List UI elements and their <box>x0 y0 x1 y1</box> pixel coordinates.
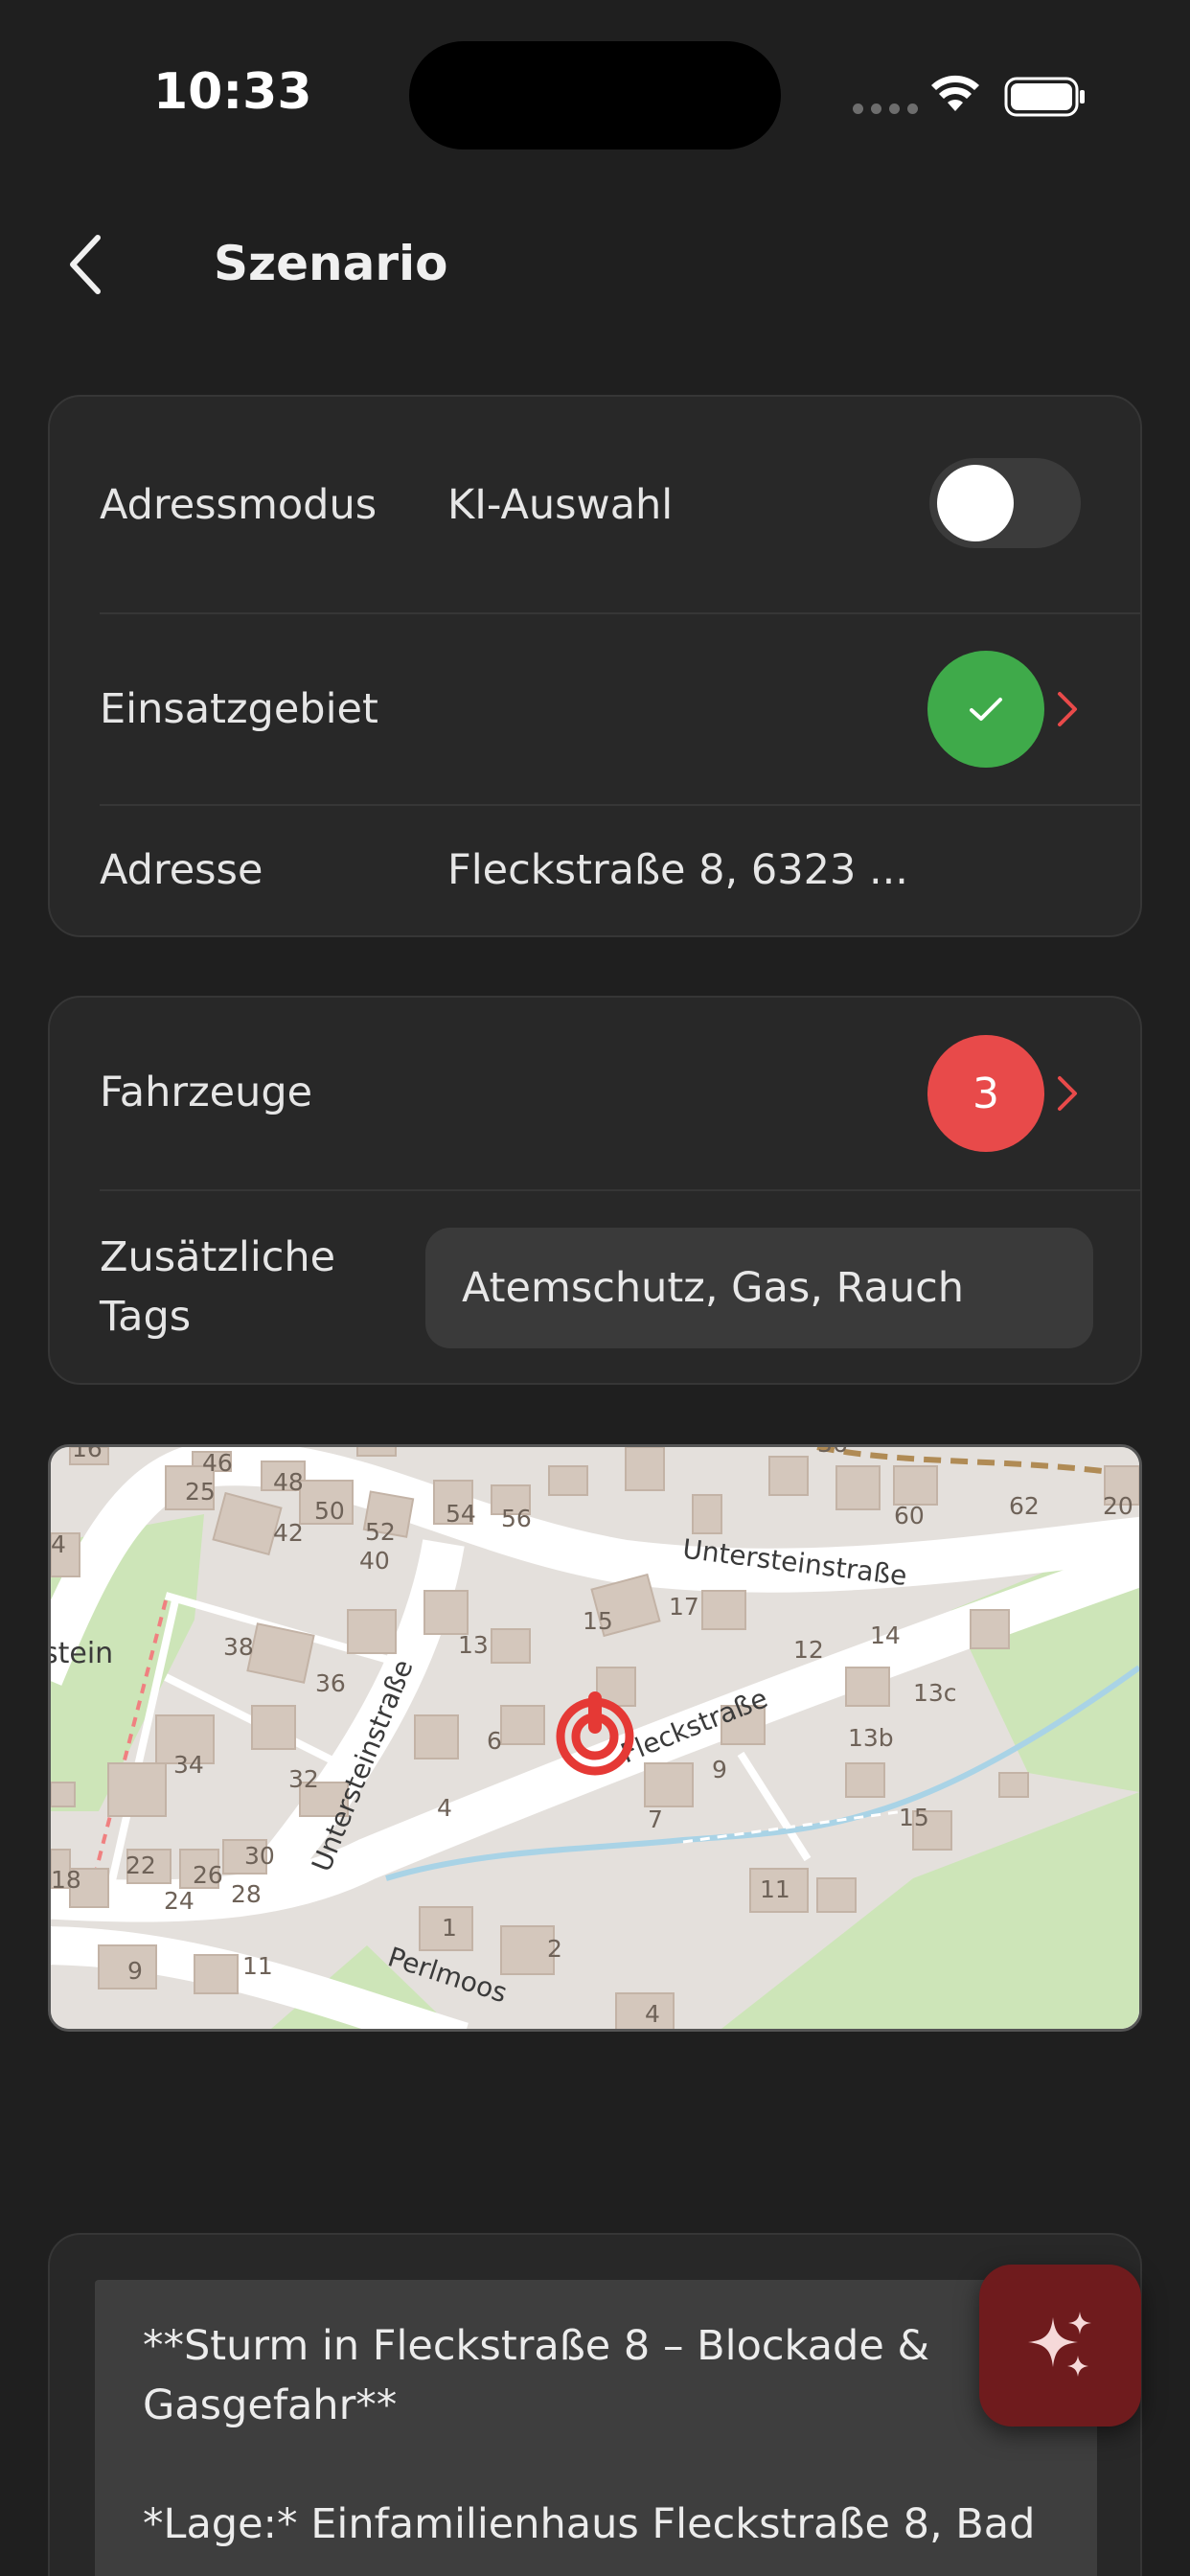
back-button[interactable] <box>53 226 120 303</box>
svg-text:26: 26 <box>193 1861 223 1889</box>
vehicles-card: Fahrzeuge 3 Zusätzliche Tags Atemschutz,… <box>48 996 1142 1385</box>
area-status-badge <box>927 651 1044 768</box>
svg-text:13b: 13b <box>848 1724 894 1752</box>
tags-label: Zusätzliche Tags <box>100 1228 335 1346</box>
svg-text:15: 15 <box>583 1607 613 1635</box>
svg-text:12: 12 <box>793 1636 824 1664</box>
address-mode-value: KI-Auswahl <box>447 481 674 529</box>
checkmark-icon <box>970 698 1002 721</box>
description-text: **Sturm in Fleckstraße 8 – Blockade & Ga… <box>95 2280 1097 2576</box>
dynamic-island <box>409 41 781 150</box>
vehicles-count-badge: 3 <box>927 1035 1044 1152</box>
tags-label-line1: Zusätzliche <box>100 1233 336 1281</box>
address-value: Fleckstraße 8, 6323 ... <box>447 846 908 894</box>
address-row[interactable]: Adresse Fleckstraße 8, 6323 ... <box>50 806 1140 935</box>
svg-text:13c: 13c <box>913 1679 957 1707</box>
ai-generate-button[interactable] <box>979 2265 1141 2426</box>
svg-text:11: 11 <box>760 1875 790 1903</box>
svg-text:54: 54 <box>446 1500 476 1528</box>
svg-text:18: 18 <box>51 1866 81 1894</box>
area-label: Einsatzgebiet <box>100 685 378 733</box>
address-settings-card: Adressmodus KI-Auswahl Einsatzgebiet Adr… <box>48 395 1142 937</box>
address-mode-label: Adressmodus <box>100 481 378 529</box>
vehicles-label: Fahrzeuge <box>100 1069 313 1116</box>
address-label: Adresse <box>100 846 263 894</box>
svg-text:46: 46 <box>202 1449 233 1477</box>
svg-text:15: 15 <box>899 1804 929 1831</box>
wifi-icon <box>931 75 979 111</box>
svg-text:56: 56 <box>501 1505 532 1532</box>
toggle-knob <box>937 465 1014 541</box>
vehicles-row[interactable]: Fahrzeuge 3 <box>50 998 1140 1189</box>
tags-row: Zusätzliche Tags Atemschutz, Gas, Rauch <box>50 1191 1140 1383</box>
svg-text:32: 32 <box>288 1765 319 1793</box>
svg-text:9: 9 <box>712 1756 727 1783</box>
sparkles-icon <box>1027 2311 1091 2377</box>
svg-text:34: 34 <box>173 1751 204 1779</box>
area-chevron-right-icon[interactable] <box>1050 685 1085 733</box>
address-mode-toggle[interactable] <box>929 458 1081 548</box>
svg-text:60: 60 <box>894 1502 925 1530</box>
address-mode-row: Adressmodus KI-Auswahl <box>50 397 1140 612</box>
tags-label-line2: Tags <box>100 1293 192 1341</box>
chevron-left-icon <box>70 235 101 294</box>
vehicles-chevron-right-icon[interactable] <box>1050 1070 1085 1117</box>
svg-text:40: 40 <box>359 1547 390 1575</box>
svg-text:9: 9 <box>127 1957 143 1985</box>
svg-text:4: 4 <box>437 1794 452 1822</box>
cellular-signal-icon <box>853 104 918 114</box>
svg-text:42: 42 <box>273 1519 304 1547</box>
svg-text:22: 22 <box>126 1852 156 1879</box>
description-card: **Sturm in Fleckstraße 8 – Blockade & Ga… <box>48 2233 1142 2576</box>
svg-text:28: 28 <box>231 1880 262 1908</box>
svg-text:36: 36 <box>315 1669 346 1697</box>
svg-text:20: 20 <box>1103 1492 1133 1520</box>
svg-text:38: 38 <box>223 1633 254 1661</box>
svg-text:36: 36 <box>817 1447 848 1458</box>
svg-text:62: 62 <box>1009 1492 1040 1520</box>
svg-text:52: 52 <box>365 1518 396 1546</box>
svg-text:1: 1 <box>442 1914 457 1942</box>
svg-text:6: 6 <box>487 1727 502 1755</box>
svg-text:7: 7 <box>648 1806 663 1833</box>
map-place-label: stein <box>51 1637 113 1670</box>
svg-text:4: 4 <box>645 2000 660 2028</box>
svg-text:2: 2 <box>547 1935 562 1963</box>
svg-text:48: 48 <box>273 1468 304 1496</box>
status-bar: 10:33 <box>0 0 1190 192</box>
description-heading: **Sturm in Fleckstraße 8 – Blockade & Ga… <box>143 2322 929 2429</box>
svg-text:13: 13 <box>458 1631 489 1659</box>
svg-text:25: 25 <box>185 1478 216 1506</box>
status-time: 10:33 <box>153 63 312 121</box>
svg-text:17: 17 <box>669 1593 699 1621</box>
svg-text:50: 50 <box>314 1497 345 1525</box>
svg-text:4: 4 <box>51 1530 66 1558</box>
svg-text:14: 14 <box>870 1622 901 1649</box>
battery-icon <box>1004 77 1085 117</box>
description-body: *Lage:* Einfamilienhaus Fleckstraße 8, B… <box>143 2500 1036 2548</box>
page-title: Szenario <box>214 236 448 291</box>
svg-text:11: 11 <box>242 1952 273 1980</box>
svg-text:30: 30 <box>244 1842 275 1870</box>
svg-text:24: 24 <box>164 1887 195 1915</box>
area-row[interactable]: Einsatzgebiet <box>50 614 1140 804</box>
location-map[interactable]: Untersteinstraße Fleckstraße Untersteins… <box>48 1444 1142 2032</box>
map-canvas: Untersteinstraße Fleckstraße Untersteins… <box>51 1447 1139 2029</box>
svg-text:16: 16 <box>72 1447 103 1462</box>
tags-input[interactable]: Atemschutz, Gas, Rauch <box>425 1228 1093 1348</box>
